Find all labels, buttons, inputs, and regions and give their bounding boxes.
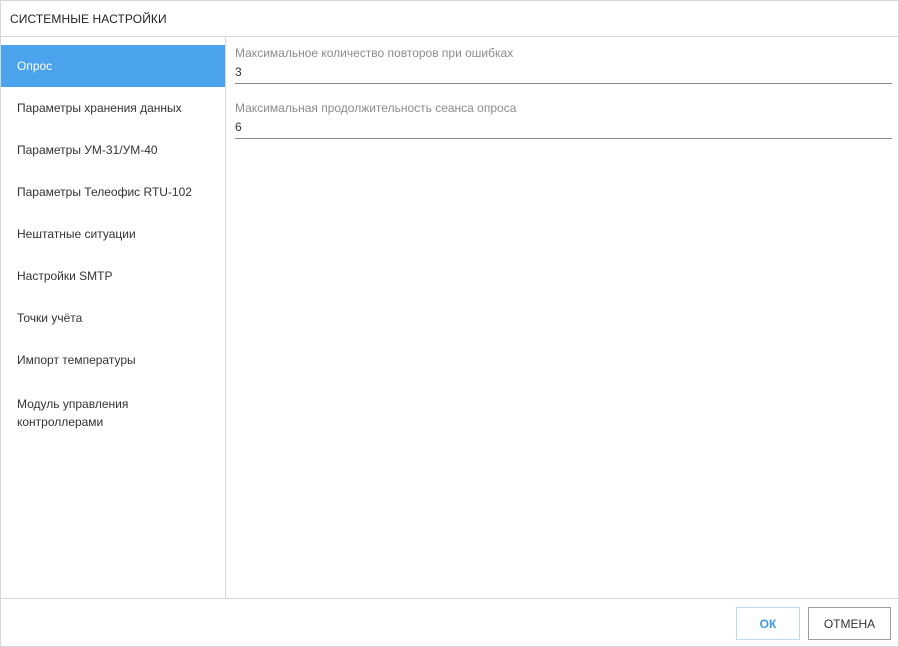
sidebar-item-label: Параметры УМ-31/УМ-40 bbox=[17, 143, 158, 157]
sidebar-item-label: Модуль управления контроллерами bbox=[17, 397, 129, 429]
sidebar-item-label: Настройки SMTP bbox=[17, 269, 113, 283]
system-settings-dialog: СИСТЕМНЫЕ НАСТРОЙКИ Опрос Параметры хран… bbox=[0, 0, 899, 647]
settings-sidebar: Опрос Параметры хранения данных Параметр… bbox=[1, 37, 226, 598]
dialog-header: СИСТЕМНЫЕ НАСТРОЙКИ bbox=[1, 1, 898, 37]
sidebar-item-teleofis-params[interactable]: Параметры Телеофис RTU-102 bbox=[1, 171, 225, 213]
max-retries-field: Максимальное количество повторов при оши… bbox=[235, 46, 892, 84]
sidebar-item-label: Нештатные ситуации bbox=[17, 227, 136, 241]
max-session-duration-label: Максимальная продолжительность сеанса оп… bbox=[235, 101, 517, 115]
max-retries-label: Максимальное количество повторов при оши… bbox=[235, 46, 514, 60]
sidebar-item-metering-points[interactable]: Точки учёта bbox=[1, 297, 225, 339]
max-session-duration-field: Максимальная продолжительность сеанса оп… bbox=[235, 101, 892, 139]
ok-button[interactable]: ОК bbox=[736, 607, 800, 640]
sidebar-item-um-params[interactable]: Параметры УМ-31/УМ-40 bbox=[1, 129, 225, 171]
dialog-footer: ОК ОТМЕНА bbox=[1, 598, 898, 646]
sidebar-item-smtp[interactable]: Настройки SMTP bbox=[1, 255, 225, 297]
dialog-title: СИСТЕМНЫЕ НАСТРОЙКИ bbox=[10, 11, 167, 26]
sidebar-item-label: Параметры хранения данных bbox=[17, 101, 182, 115]
settings-content: Максимальное количество повторов при оши… bbox=[227, 37, 898, 598]
sidebar-item-emergencies[interactable]: Нештатные ситуации bbox=[1, 213, 225, 255]
sidebar-item-polling[interactable]: Опрос bbox=[1, 45, 225, 87]
sidebar-item-label: Опрос bbox=[17, 59, 53, 73]
max-session-duration-input[interactable] bbox=[235, 119, 892, 134]
cancel-button[interactable]: ОТМЕНА bbox=[808, 607, 891, 640]
sidebar-item-data-storage[interactable]: Параметры хранения данных bbox=[1, 87, 225, 129]
max-retries-input[interactable] bbox=[235, 64, 892, 79]
sidebar-item-controller-module[interactable]: Модуль управления контроллерами bbox=[1, 381, 225, 441]
sidebar-item-temperature-import[interactable]: Импорт температуры bbox=[1, 339, 225, 381]
sidebar-item-label: Точки учёта bbox=[17, 311, 83, 325]
sidebar-item-label: Параметры Телеофис RTU-102 bbox=[17, 185, 192, 199]
sidebar-item-label: Импорт температуры bbox=[17, 353, 136, 367]
